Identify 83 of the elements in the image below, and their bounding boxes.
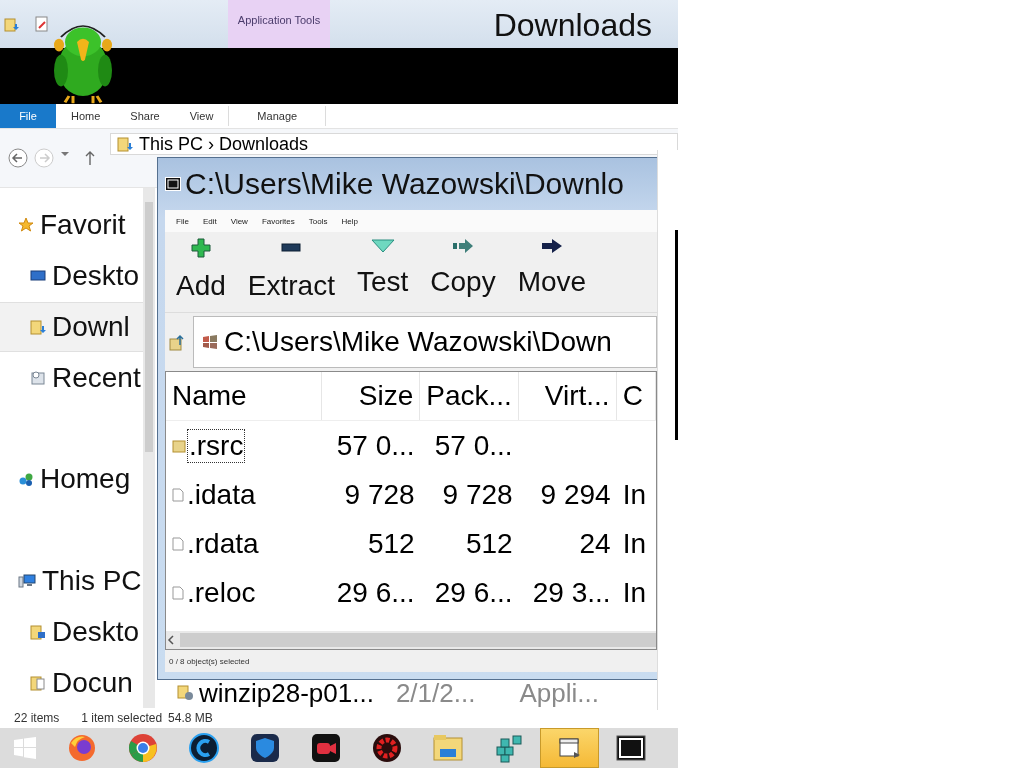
column-header[interactable]: Name [166,372,323,420]
menu-item[interactable]: Edit [195,216,224,226]
windows-flag-icon [202,334,218,350]
scroll-left-icon[interactable] [166,635,176,645]
path-field[interactable]: C:\Users\Mike Wazowski\Down [193,316,657,368]
computer-icon [18,573,36,589]
nav-item[interactable]: Recent [0,352,143,404]
folder-icon[interactable] [4,16,20,32]
horizontal-scrollbar[interactable] [166,631,656,649]
nav-item[interactable]: Downl [0,301,143,353]
column-header[interactable]: C [616,372,656,420]
file-icon [172,585,184,600]
table-cell: 57 0... [434,429,513,462]
file-name[interactable]: winzip28-p01... [199,678,374,708]
nav-item[interactable]: Deskto [0,606,143,658]
download-folder-icon [30,319,46,335]
window-title: Downloads [492,6,653,45]
right-arrow-icon [540,238,563,254]
file-name[interactable]: .rsrc [188,429,245,462]
file-name[interactable]: .reloc [186,576,257,609]
menu-item[interactable]: View [223,216,255,226]
app-icon [165,177,181,191]
table-cell: 9 294 [540,478,611,511]
menu-item[interactable]: Help [334,216,365,226]
menu-item[interactable]: Favorites [254,216,302,226]
toolbar-button[interactable]: Move [506,232,598,312]
table-cell: 29 6... [434,576,513,609]
table-cell: In [622,478,646,511]
up-arrow-icon[interactable] [84,150,96,166]
file-icon [172,487,184,502]
menu-item[interactable]: File [169,216,196,226]
folder-icon [30,623,46,640]
table-cell: 29 3... [532,576,611,609]
table-cell: 512 [465,527,513,560]
copy-arrow-icon [452,238,474,254]
properties-icon[interactable] [34,16,50,32]
context-tab-label: Application Tools [228,0,330,48]
toolbar-button[interactable]: Copy [419,232,507,312]
table-cell: 9 728 [442,478,513,511]
toolbar-button[interactable]: Add [165,232,237,312]
table-cell: 24 [579,527,611,560]
ribbon-tab[interactable]: File [0,104,56,128]
monitor-icon [30,269,46,284]
scrollbar[interactable] [143,188,155,708]
folder-icon [172,438,186,453]
file-type: Appli... [519,678,599,708]
documents-folder-icon [30,674,46,691]
nav-item[interactable]: Homeg [0,454,143,505]
table-cell: 512 [367,527,415,560]
toolbar-button[interactable]: Extract [236,232,346,312]
installer-icon [177,684,195,702]
table-cell: 57 0... [336,429,415,462]
address-bar[interactable]: This PC › Downloads [110,133,678,155]
download-folder-icon [117,136,133,152]
homegroup-icon [18,471,34,488]
table-cell: 9 728 [344,478,415,511]
file-icon [172,536,184,551]
back-icon[interactable] [8,148,28,168]
column-header[interactable]: Size [322,372,421,420]
status-text: 22 items [14,711,60,725]
file-date: 2/1/2... [395,678,476,708]
column-header[interactable]: Pack... [420,372,519,420]
file-name[interactable]: .idata [186,478,257,511]
nav-item[interactable]: This PC [0,555,143,607]
window-title: C:\Users\Mike Wazowski\Downlo [185,167,624,201]
recent-places-icon [30,369,46,386]
menu-item[interactable]: Tools [301,216,335,226]
plus-icon [190,238,211,258]
nav-item[interactable]: Deskto [0,250,143,302]
toolbar-button[interactable]: Test [345,232,420,312]
file-name[interactable]: .rdata [186,527,260,560]
star-icon [18,217,34,234]
status-text: 54.8 MB [168,711,213,725]
nav-item[interactable]: Docun [0,657,143,708]
column-header[interactable]: Virt... [518,372,617,420]
table-cell: In [622,527,646,560]
nav-item[interactable]: Favorit [0,200,143,251]
table-cell: In [622,576,646,609]
checkmark-icon [370,238,395,254]
status-text: 1 item selected [81,711,163,725]
window-icon[interactable] [540,728,599,768]
table-cell: 29 6... [336,576,415,609]
status-text: 0 / 8 object(s) selected [169,656,250,666]
